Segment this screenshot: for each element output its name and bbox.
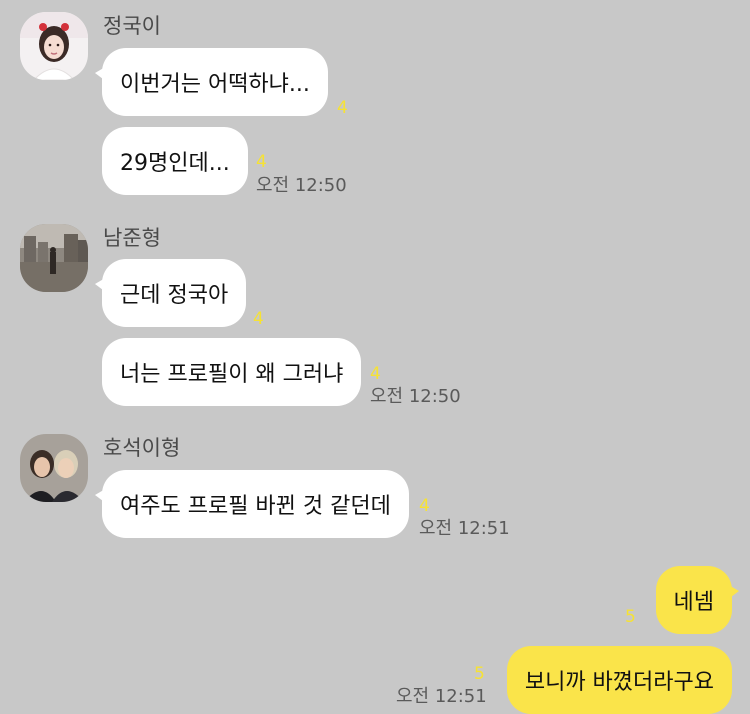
message-time: 오전 12:50 (256, 175, 347, 196)
my-message-bubble[interactable]: 네넴 (655, 566, 740, 634)
sender-name: 남준형 (103, 226, 161, 250)
unread-count: 4 (370, 364, 381, 384)
message-bubble[interactable]: 29명인데... (102, 127, 248, 195)
my-message-bubble[interactable]: 보니까 바꼈더라구요 (506, 646, 732, 714)
message-text: 근데 정국아 (120, 283, 229, 308)
profile-photo-namjoon-icon (20, 224, 88, 292)
message-time: 오전 12:51 (396, 686, 487, 707)
message-bubble[interactable]: 이번거는 어떡하냐... (95, 48, 328, 116)
avatar-namjoon[interactable] (20, 224, 88, 292)
profile-photo-jungkook-icon (20, 12, 88, 80)
unread-count: 4 (253, 309, 264, 329)
message-text: 여주도 프로필 바뀐 것 같던데 (120, 494, 391, 519)
unread-count: 4 (256, 152, 267, 172)
unread-count: 4 (419, 496, 430, 516)
avatar-jungkook[interactable] (20, 12, 88, 80)
unread-count: 5 (474, 664, 485, 684)
unread-count: 4 (337, 98, 348, 118)
message-text: 너는 프로필이 왜 그러냐 (120, 362, 344, 387)
message-text: 보니까 바꼈더라구요 (524, 670, 714, 695)
profile-photo-hoseok-icon (20, 434, 88, 502)
message-time: 오전 12:50 (370, 386, 461, 407)
sender-name: 정국이 (103, 14, 161, 38)
unread-count: 5 (625, 607, 636, 627)
message-time: 오전 12:51 (419, 518, 510, 539)
message-text: 이번거는 어떡하냐... (120, 72, 310, 97)
avatar-hoseok[interactable] (20, 434, 88, 502)
message-text: 네넴 (673, 590, 714, 615)
message-bubble[interactable]: 여주도 프로필 바뀐 것 같던데 (95, 470, 409, 538)
message-bubble[interactable]: 너는 프로필이 왜 그러냐 (102, 338, 362, 406)
message-bubble[interactable]: 근데 정국아 (94, 259, 247, 327)
message-text: 29명인데... (120, 151, 230, 176)
sender-name: 호석이형 (103, 436, 181, 460)
